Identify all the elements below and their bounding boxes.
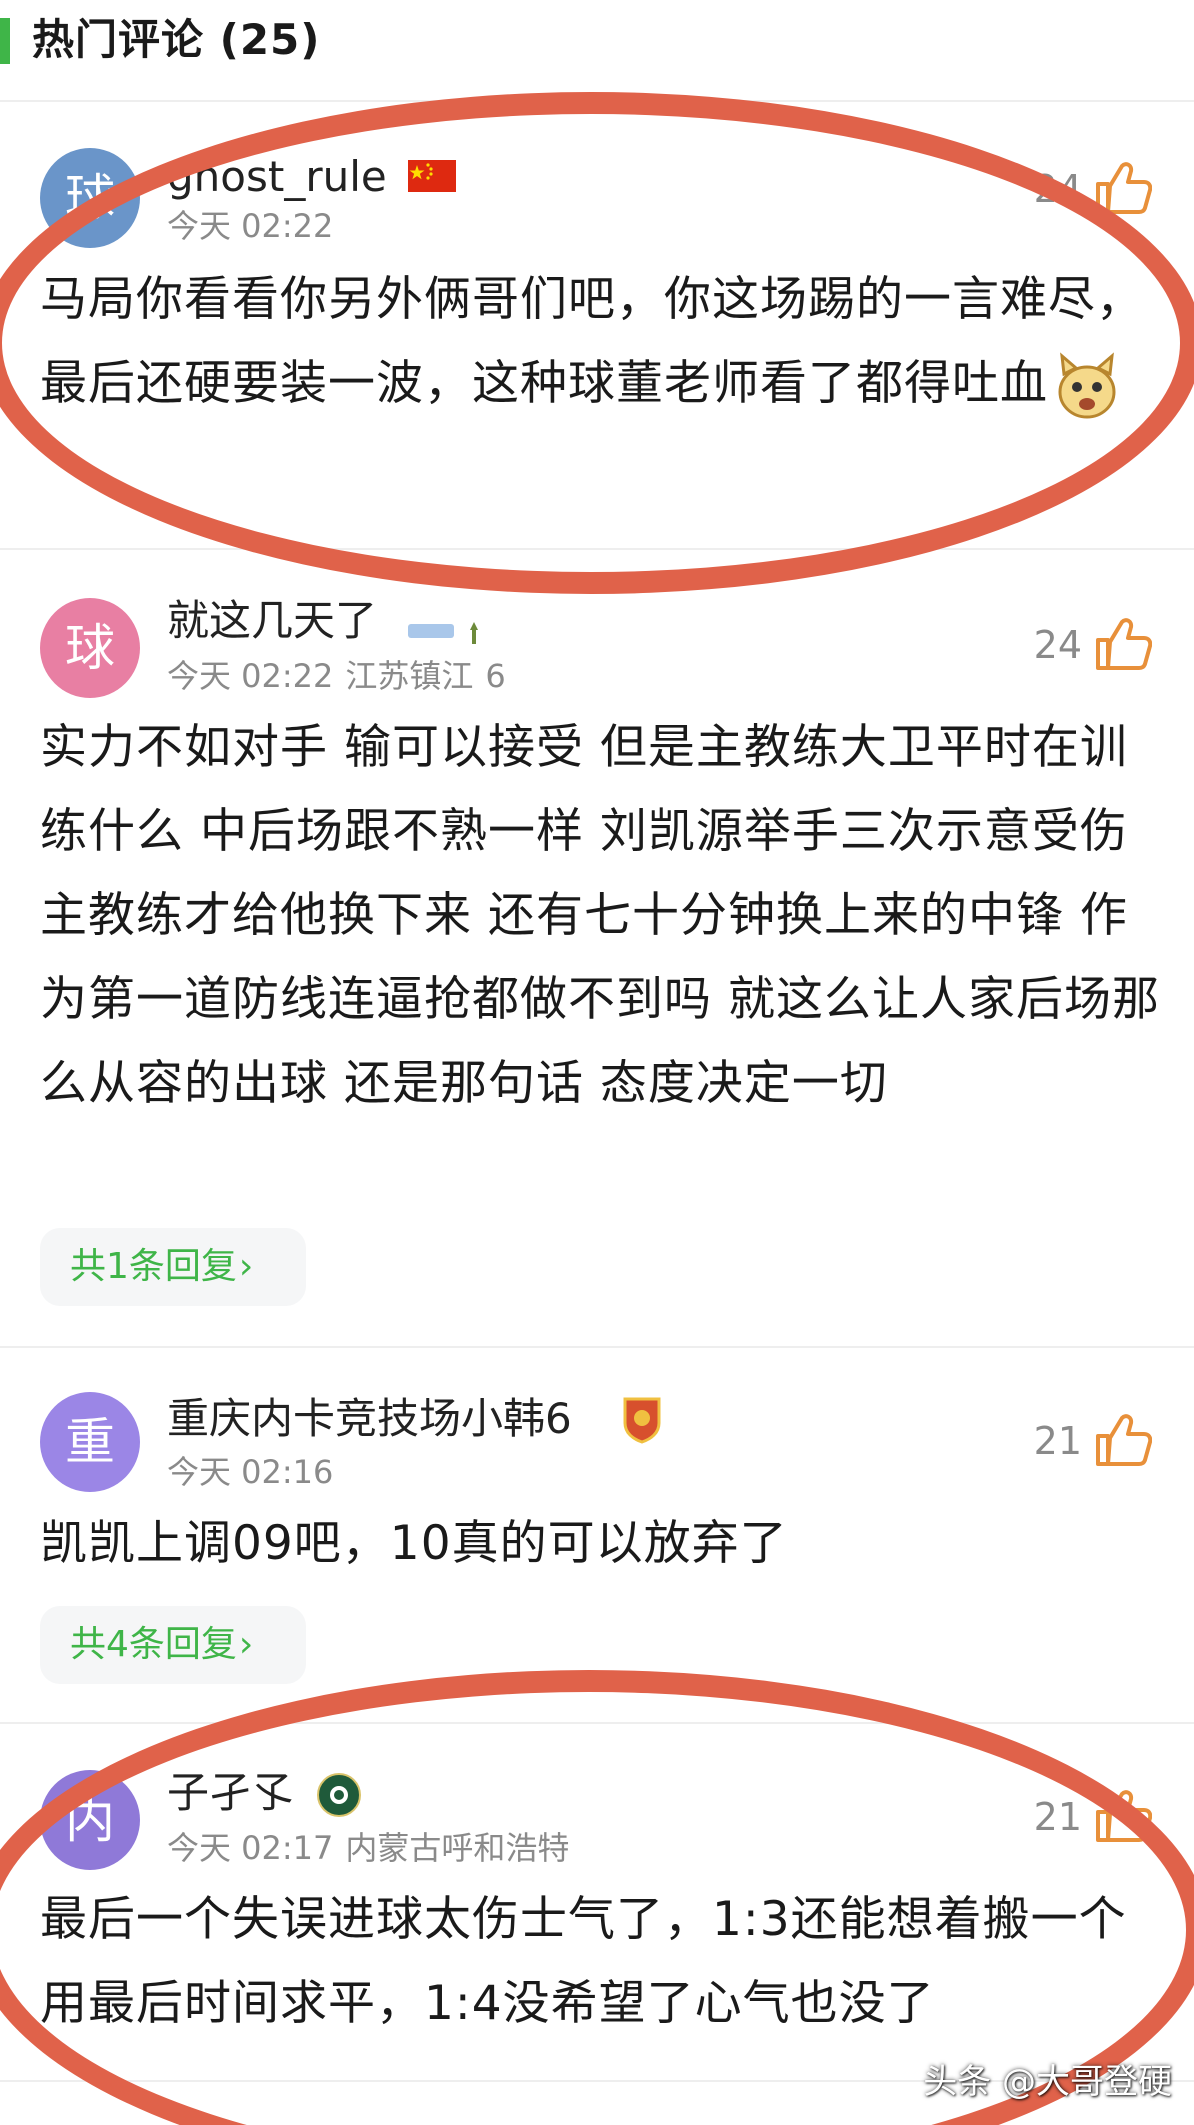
- like-count: 21: [1033, 1419, 1082, 1463]
- like-count: 24: [1033, 623, 1082, 667]
- avatar-char: 球: [65, 169, 115, 227]
- avatar[interactable]: 球: [40, 598, 140, 698]
- thumbs-up-icon[interactable]: [1094, 1788, 1152, 1844]
- avatar[interactable]: 内: [40, 1770, 140, 1870]
- comment-text: 马局你看看你另外俩哥们吧，你这场踢的一言难尽，最后还硬要装一波，这种球董老师看了…: [40, 258, 1164, 426]
- comment-time: 今天 02:17: [167, 1829, 334, 1867]
- divider: [0, 548, 1194, 550]
- comment-text: 最后一个失误进球太伤士气了，1:3还能想着搬一个用最后时间求平，1:4没希望了心…: [40, 1892, 1127, 2031]
- comment-text: 凯凯上调09吧，10真的可以放弃了: [40, 1516, 788, 1571]
- username[interactable]: 子孑孓: [167, 1766, 293, 1820]
- club-round-icon: [317, 1773, 361, 1817]
- comment-meta: 今天 02:22: [167, 206, 345, 246]
- like-count: 24: [1033, 167, 1082, 211]
- divider: [0, 1722, 1194, 1724]
- divider: [0, 100, 1194, 102]
- comment-time: 今天 02:22: [167, 207, 334, 245]
- divider: [0, 1346, 1194, 1348]
- avatar[interactable]: 重: [40, 1392, 140, 1492]
- comment-meta: 今天 02:16: [167, 1452, 345, 1492]
- watermark: 头条 @大哥登硬: [923, 2062, 1172, 2102]
- replies-label: 共4条回复: [70, 1624, 237, 1665]
- comment-extra: 6: [485, 657, 506, 695]
- avatar-char: 内: [65, 1791, 115, 1849]
- replies-label: 共1条回复: [70, 1246, 237, 1287]
- username[interactable]: 重庆内卡竞技场小韩6: [167, 1392, 572, 1446]
- thumbs-up-icon[interactable]: [1094, 616, 1152, 672]
- avatar-char: 球: [65, 619, 115, 677]
- section-accent-bar: [0, 18, 10, 64]
- comment-meta: 今天 02:17 内蒙古呼和浩特: [167, 1828, 581, 1868]
- like-count: 21: [1033, 1795, 1082, 1839]
- username[interactable]: ghost_rule: [167, 150, 387, 204]
- comment-meta: 今天 02:22 江苏镇江 6: [167, 656, 518, 696]
- chevron-right-icon: ›: [238, 1246, 254, 1287]
- club-shield-icon: [623, 1397, 661, 1444]
- fan-badge-icon: [408, 622, 478, 644]
- section-header: 热门评论 (25): [0, 0, 1194, 80]
- comment-time: 今天 02:16: [167, 1453, 334, 1491]
- thumbs-up-icon[interactable]: [1094, 1412, 1152, 1468]
- comment-time: 今天 02:22: [167, 657, 334, 695]
- view-replies-button[interactable]: 共4条回复›: [40, 1606, 306, 1684]
- username[interactable]: 就这几天了: [167, 594, 377, 648]
- china-flag-icon: [408, 160, 456, 192]
- comment-location: 江苏镇江: [345, 657, 474, 695]
- squirrel-emoji-icon: [1058, 351, 1116, 418]
- section-title: 热门评论 (25): [32, 15, 321, 64]
- avatar-char: 重: [65, 1413, 115, 1471]
- comment-location: 内蒙古呼和浩特: [345, 1829, 570, 1867]
- avatar[interactable]: 球: [40, 148, 140, 248]
- chevron-right-icon: ›: [238, 1624, 254, 1665]
- comment-text: 实力不如对手 输可以接受 但是主教练大卫平时在训练什么 中后场跟不熟一样 刘凯源…: [40, 720, 1160, 1111]
- thumbs-up-icon[interactable]: [1094, 160, 1152, 216]
- view-replies-button[interactable]: 共1条回复›: [40, 1228, 306, 1306]
- comment-text-content: 马局你看看你另外俩哥们吧，你这场踢的一言难尽，最后还硬要装一波，这种球董老师看了…: [40, 272, 1144, 411]
